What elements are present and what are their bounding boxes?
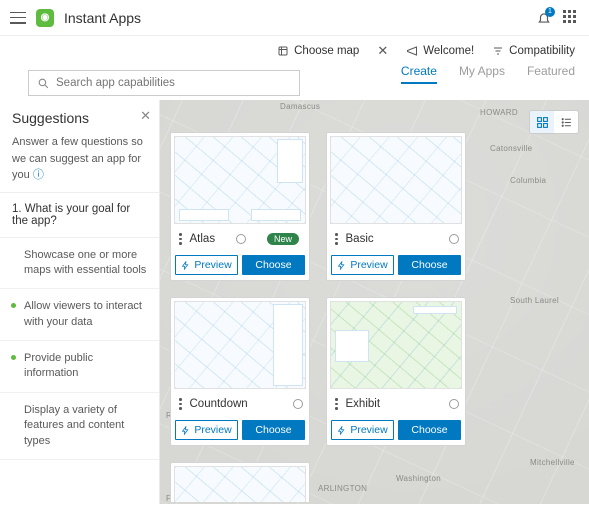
app-name: Basic: [346, 233, 374, 245]
card-menu-button[interactable]: [177, 398, 184, 410]
view-toggle: [529, 110, 579, 134]
app-card-exhibit: Exhibit Preview Choose: [326, 297, 466, 446]
grid-view-button[interactable]: [530, 111, 554, 133]
tab-my-apps[interactable]: My Apps: [459, 64, 505, 84]
lightning-icon: [181, 426, 190, 435]
announce-icon: [406, 45, 418, 57]
preview-button[interactable]: Preview: [331, 255, 394, 275]
preview-button[interactable]: Preview: [175, 420, 238, 440]
app-name: Countdown: [190, 398, 248, 410]
app-thumbnail: [174, 136, 306, 224]
compatibility-label: Compatibility: [509, 45, 575, 57]
search-box[interactable]: [28, 70, 300, 96]
new-badge: New: [267, 233, 299, 245]
sidebar-option[interactable]: Display a variety of features and conten…: [0, 393, 159, 460]
choose-button[interactable]: Choose: [242, 255, 305, 275]
map-icon: [277, 45, 289, 57]
card-menu-button[interactable]: [333, 233, 340, 245]
app-title: Instant Apps: [64, 10, 141, 26]
app-radio[interactable]: [236, 234, 246, 244]
menu-icon[interactable]: [10, 12, 26, 24]
preview-button[interactable]: Preview: [175, 255, 238, 275]
app-name: Exhibit: [346, 398, 381, 410]
map-label: HOWARD: [480, 108, 518, 117]
app-cards-grid: Atlas New Preview Choose Basic Preview C…: [170, 132, 578, 502]
app-card-partial: [170, 462, 310, 502]
choose-button[interactable]: Choose: [398, 255, 461, 275]
list-view-button[interactable]: [554, 111, 578, 133]
compatibility-button[interactable]: Compatibility: [492, 45, 575, 57]
choose-map-button[interactable]: Choose map: [277, 45, 359, 57]
choose-map-label: Choose map: [294, 45, 359, 57]
close-map-button[interactable]: ✕: [377, 43, 388, 59]
sidebar-option[interactable]: Allow viewers to interact with your data: [0, 289, 159, 341]
map-label: Damascus: [280, 102, 320, 111]
app-card-basic: Basic Preview Choose: [326, 132, 466, 281]
sidebar-question: 1. What is your goal for the app?: [0, 192, 159, 238]
welcome-label: Welcome!: [423, 45, 474, 57]
lightning-icon: [181, 261, 190, 270]
app-switcher-icon[interactable]: [563, 10, 579, 26]
app-radio[interactable]: [449, 234, 459, 244]
app-radio[interactable]: [293, 399, 303, 409]
app-radio[interactable]: [449, 399, 459, 409]
filter-icon: [492, 45, 504, 57]
notification-badge: 1: [545, 7, 555, 17]
app-thumbnail: [330, 136, 462, 224]
app-thumbnail: [330, 301, 462, 389]
sidebar-option[interactable]: Provide public information: [0, 341, 159, 393]
tab-featured[interactable]: Featured: [527, 64, 575, 84]
grid-view-icon: [536, 116, 549, 129]
app-name: Atlas: [190, 233, 216, 245]
app-logo: ◉: [36, 9, 54, 27]
sidebar-close-button[interactable]: ✕: [140, 108, 151, 124]
app-card-atlas: Atlas New Preview Choose: [170, 132, 310, 281]
preview-button[interactable]: Preview: [331, 420, 394, 440]
choose-button[interactable]: Choose: [242, 420, 305, 440]
lightning-icon: [337, 261, 346, 270]
app-card-countdown: Countdown Preview Choose: [170, 297, 310, 446]
sidebar-description: Answer a few questions so we can suggest…: [12, 136, 143, 181]
sidebar-title: Suggestions: [12, 110, 147, 126]
list-view-icon: [560, 116, 573, 129]
app-thumbnail: [174, 301, 306, 389]
suggestions-sidebar: Suggestions ✕ Answer a few questions so …: [0, 100, 160, 504]
lightning-icon: [337, 426, 346, 435]
search-icon: [37, 77, 50, 90]
sidebar-option[interactable]: Showcase one or more maps with essential…: [0, 238, 159, 290]
card-menu-button[interactable]: [333, 398, 340, 410]
notifications-button[interactable]: 1: [535, 9, 553, 27]
card-menu-button[interactable]: [177, 233, 184, 245]
welcome-button[interactable]: Welcome!: [406, 45, 474, 57]
app-thumbnail: [174, 466, 306, 502]
tab-create[interactable]: Create: [401, 64, 437, 84]
info-icon[interactable]: ⓘ: [33, 169, 44, 181]
choose-button[interactable]: Choose: [398, 420, 461, 440]
search-input[interactable]: [56, 77, 291, 89]
